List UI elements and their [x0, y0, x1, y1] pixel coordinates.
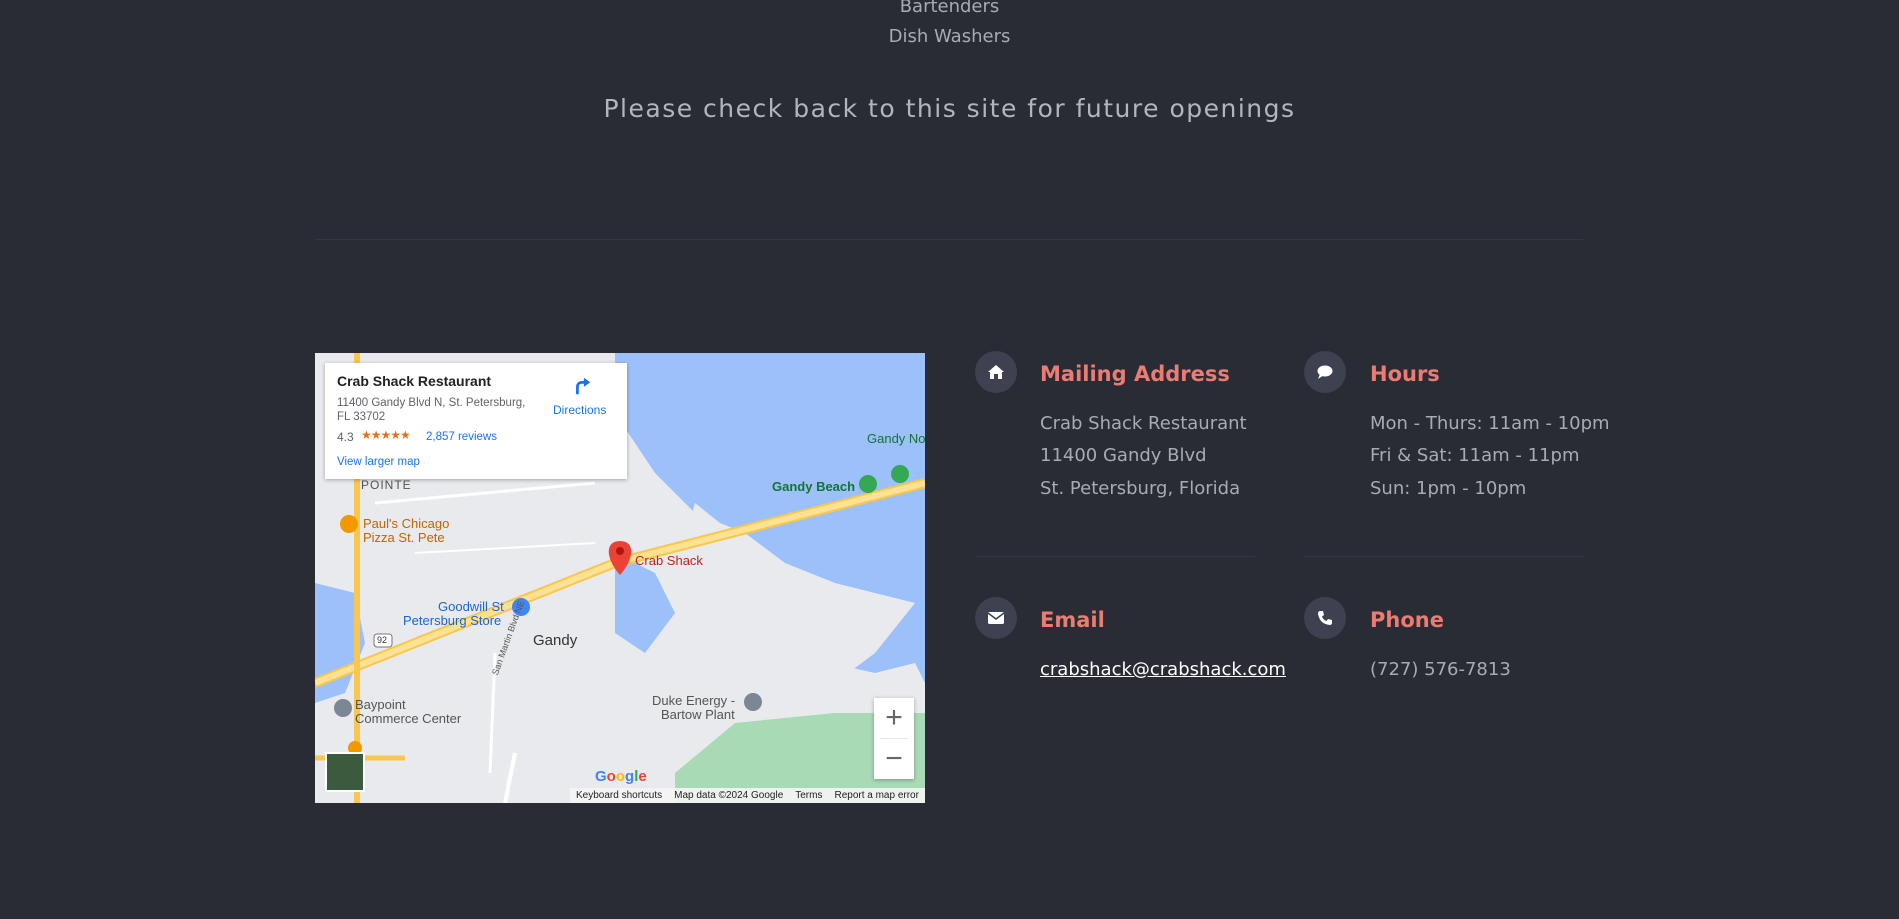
future-openings-notice: Please check back to this site for futur… [603, 94, 1296, 123]
directions-icon[interactable] [571, 375, 593, 397]
map-label-baypoint-line2[interactable]: Commerce Center [355, 711, 461, 726]
reviews-link[interactable]: 2,857 reviews [426, 431, 497, 443]
map-label-goodwill-line1[interactable]: Goodwill St [438, 599, 504, 614]
route-92-shield: 92 [377, 635, 388, 645]
map-label-gandy-north: Gandy No [867, 431, 925, 446]
zoom-in-button[interactable]: + [874, 698, 914, 738]
envelope-icon [975, 597, 1017, 639]
map-label-duke-line1[interactable]: Duke Energy - [652, 693, 735, 708]
map-label-crab-shack[interactable]: Crab Shack [635, 553, 703, 568]
map-label-baypoint-line1[interactable]: Baypoint [355, 697, 406, 712]
map-label-pauls-line2[interactable]: Pizza St. Pete [363, 530, 445, 545]
job-item-bartenders: Bartenders [899, 0, 1000, 17]
map-label-gandy: Gandy [533, 632, 578, 649]
directions-link[interactable]: Directions [553, 403, 606, 417]
map-label-duke-line2[interactable]: Bartow Plant [661, 707, 735, 722]
zoom-controls: + − [874, 698, 914, 779]
place-rating: 4.3 [337, 430, 354, 444]
hours-title: Hours [1370, 362, 1440, 386]
phone-title: Phone [1370, 608, 1444, 632]
email-title: Email [1040, 608, 1105, 632]
section-divider [315, 239, 1583, 240]
page: Bartenders Dish Washers Please check bac… [0, 0, 1899, 919]
email-link[interactable]: crabshack@crabshack.com [1040, 659, 1286, 680]
job-item-dish-washers: Dish Washers [888, 26, 1011, 47]
home-icon [975, 351, 1017, 393]
comment-icon [1304, 351, 1346, 393]
hours-line-2: Fri & Sat: 11am - 11pm [1370, 445, 1580, 466]
keyboard-shortcuts-link[interactable]: Keyboard shortcuts [576, 790, 662, 801]
map-footer: Keyboard shortcuts Map data ©2024 Google… [570, 788, 925, 803]
mailing-line-1: Crab Shack Restaurant [1040, 413, 1247, 434]
embedded-map[interactable]: POINTE Paul's Chicago Pizza St. Pete Cra… [315, 353, 925, 803]
google-logo: Google [595, 768, 647, 785]
divider-right [1304, 556, 1584, 557]
place-address: 11400 Gandy Blvd N, St. Petersburg, FL 3… [337, 397, 526, 423]
map-label-pointe: POINTE [361, 478, 412, 492]
phone-icon [1304, 597, 1346, 639]
map-label-goodwill-line2[interactable]: Petersburg Store [403, 613, 501, 628]
terms-link[interactable]: Terms [795, 790, 822, 801]
hours-line-1: Mon - Thurs: 11am - 10pm [1370, 413, 1610, 434]
map-data-attribution: Map data ©2024 Google [674, 790, 784, 801]
phone-number[interactable]: (727) 576-7813 [1370, 659, 1511, 680]
rating-stars-icon: ★★★★★ [361, 428, 411, 442]
mailing-line-3: St. Petersburg, Florida [1040, 478, 1241, 499]
zoom-out-button[interactable]: − [874, 739, 914, 779]
mailing-line-2: 11400 Gandy Blvd [1040, 445, 1207, 466]
mailing-address-title: Mailing Address [1040, 362, 1230, 386]
view-larger-map-link[interactable]: View larger map [337, 456, 420, 468]
place-info-card: Crab Shack Restaurant 11400 Gandy Blvd N… [325, 363, 627, 479]
satellite-toggle-button[interactable] [325, 752, 365, 792]
hours-line-3: Sun: 1pm - 10pm [1370, 478, 1527, 499]
place-name: Crab Shack Restaurant [337, 373, 492, 389]
map-label-gandy-beach[interactable]: Gandy Beach [772, 479, 855, 494]
report-map-error-link[interactable]: Report a map error [834, 790, 918, 801]
map-label-pauls-line1[interactable]: Paul's Chicago [363, 516, 449, 531]
divider-left [975, 556, 1255, 557]
